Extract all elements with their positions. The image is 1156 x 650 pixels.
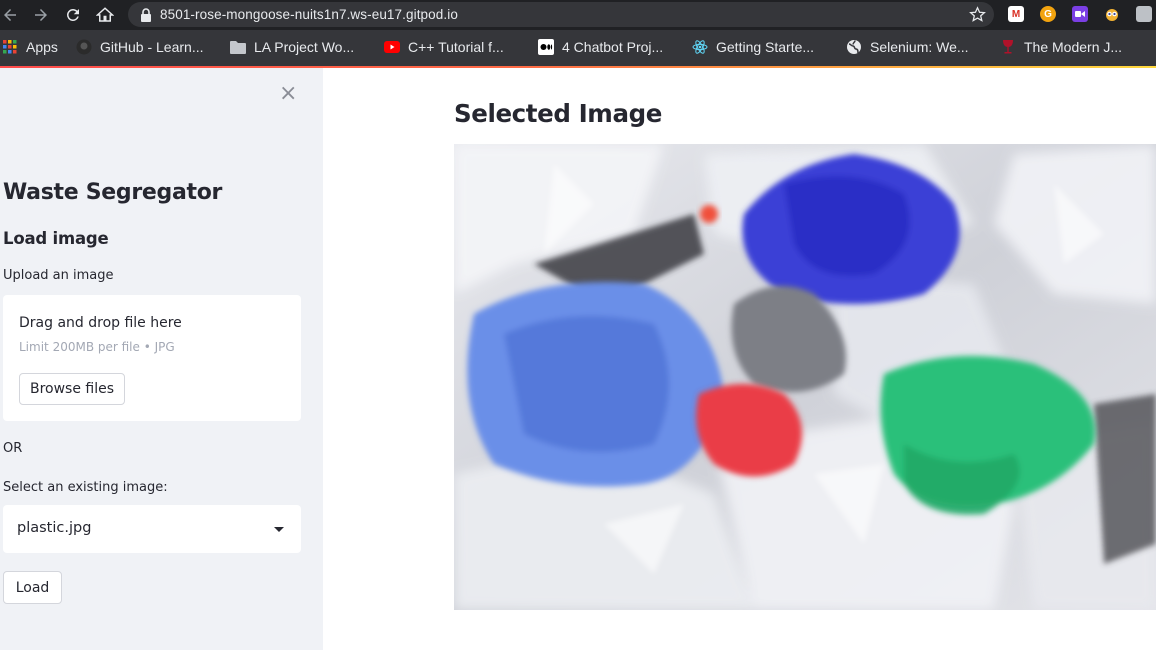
video-extension-icon[interactable] — [1072, 6, 1088, 22]
bookmark-chatbot[interactable]: 4 Chatbot Proj... — [538, 38, 663, 56]
or-divider-text: OR — [3, 441, 23, 456]
bookmark-label: C++ Tutorial f... — [408, 39, 504, 55]
github-icon — [76, 39, 92, 55]
globe-icon — [846, 39, 862, 55]
bookmark-label: Getting Starte... — [716, 39, 815, 55]
browse-files-button[interactable]: Browse files — [19, 373, 125, 405]
arrow-right-icon — [35, 9, 47, 21]
bookmark-github[interactable]: GitHub - Learn... — [76, 38, 204, 56]
home-button[interactable] — [95, 5, 115, 25]
extensions-puzzle-icon[interactable] — [1136, 6, 1152, 22]
bookmark-getting-started[interactable]: Getting Starte... — [692, 38, 814, 56]
owl-extension-icon[interactable] — [1104, 6, 1120, 22]
bookmark-label: GitHub - Learn... — [100, 39, 204, 55]
bookmark-star-icon[interactable] — [969, 6, 986, 23]
bookmark-label: LA Project Wo... — [254, 39, 355, 55]
bookmark-apps[interactable]: Apps — [2, 38, 58, 56]
select-label: Select an existing image: — [3, 480, 168, 495]
gmail-extension-icon[interactable]: M — [1008, 6, 1024, 22]
bookmark-la-project[interactable]: LA Project Wo... — [230, 38, 354, 56]
bookmark-label: 4 Chatbot Proj... — [562, 39, 664, 55]
select-value: plastic.jpg — [17, 520, 92, 536]
address-bar[interactable]: 8501-rose-mongoose-nuits1n7.ws-eu17.gitp… — [128, 2, 994, 27]
dropzone-limits: Limit 200MB per file • JPG — [19, 340, 175, 354]
app-title: Waste Segregator — [3, 180, 223, 205]
medium-icon — [538, 39, 554, 55]
youtube-icon — [384, 39, 400, 55]
bookmark-cpp-tutorial[interactable]: C++ Tutorial f... — [384, 38, 504, 56]
section-heading: Load image — [3, 229, 109, 248]
wine-glass-icon — [1000, 39, 1016, 55]
camera-icon — [1075, 11, 1085, 17]
sidebar: × Waste Segregator Load image Upload an … — [0, 68, 323, 650]
file-uploader-dropzone[interactable]: Drag and drop file here Limit 200MB per … — [3, 295, 301, 421]
upload-label: Upload an image — [3, 268, 114, 283]
plastic-bags-photo — [454, 144, 1156, 610]
chevron-down-icon — [274, 527, 284, 532]
forward-button[interactable] — [31, 5, 51, 25]
bookmark-selenium[interactable]: Selenium: We... — [846, 38, 969, 56]
back-button[interactable] — [0, 5, 20, 25]
bookmarks-bar: Apps GitHub - Learn... LA Project Wo... … — [0, 30, 1156, 66]
close-sidebar-icon[interactable]: × — [279, 83, 297, 105]
existing-image-select[interactable]: plastic.jpg — [3, 505, 301, 553]
url-text: 8501-rose-mongoose-nuits1n7.ws-eu17.gitp… — [160, 7, 458, 22]
grammarly-extension-icon[interactable]: G — [1040, 6, 1056, 22]
browser-toolbar: 8501-rose-mongoose-nuits1n7.ws-eu17.gitp… — [0, 0, 1156, 30]
page-title: Selected Image — [454, 99, 662, 128]
lock-icon — [141, 7, 151, 22]
bookmark-label: Selenium: We... — [870, 39, 969, 55]
react-icon — [692, 39, 708, 55]
bookmark-modern-js[interactable]: The Modern J... — [1000, 38, 1122, 56]
owl-icon — [1106, 9, 1118, 21]
home-icon — [96, 7, 114, 22]
folder-icon — [230, 39, 246, 55]
load-button[interactable]: Load — [3, 571, 62, 604]
apps-grid-icon — [2, 39, 18, 55]
bookmark-label: The Modern J... — [1024, 39, 1123, 55]
reload-icon — [66, 8, 79, 21]
bookmark-label: Apps — [26, 39, 58, 55]
arrow-left-icon — [4, 9, 16, 21]
dropzone-instructions: Drag and drop file here — [19, 315, 182, 331]
reload-button[interactable] — [63, 5, 83, 25]
selected-image — [454, 144, 1156, 610]
